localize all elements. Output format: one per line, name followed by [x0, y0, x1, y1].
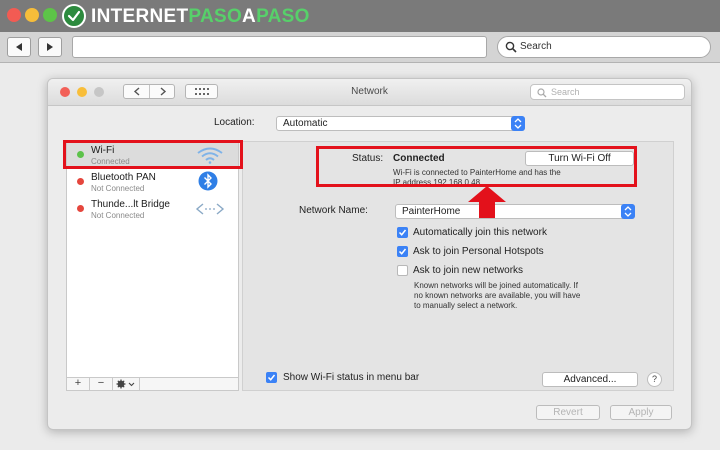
add-service-button[interactable]: + [67, 378, 90, 390]
remove-service-button[interactable]: − [90, 378, 113, 390]
known-networks-note-line-1: Known networks will be joined automatica… [414, 281, 578, 290]
ask-new-networks-checkbox[interactable] [397, 265, 408, 276]
help-button[interactable]: ? [647, 372, 662, 387]
apply-button[interactable]: Apply [610, 405, 672, 420]
location-popup[interactable]: Automatic [276, 116, 525, 131]
network-name-value: PainterHome [402, 206, 461, 217]
services-list-footer: + − [66, 377, 239, 391]
address-bar[interactable] [72, 36, 487, 58]
back-arrow-icon [16, 43, 22, 51]
browser-toolbar: Search [0, 32, 720, 63]
zoom-window-button[interactable] [43, 8, 57, 22]
network-name-label: Network Name: [299, 205, 368, 216]
browser-search-field[interactable]: Search [497, 36, 711, 58]
ask-hotspots-checkbox[interactable] [397, 246, 408, 257]
service-name: Thunde...lt Bridge [91, 199, 170, 210]
known-networks-note-line-3: to manually select a network. [414, 301, 518, 310]
service-actions-button[interactable] [113, 378, 140, 390]
brand-part-1: INTERNET [91, 6, 189, 27]
checkmark-icon [398, 248, 407, 255]
checkmark-icon [398, 229, 407, 236]
prefs-search-placeholder: Search [551, 87, 580, 97]
browser-search-text: Search [520, 41, 552, 52]
advanced-button[interactable]: Advanced... [542, 372, 638, 387]
revert-button[interactable]: Revert [536, 405, 600, 420]
show-wifi-status-checkbox[interactable] [266, 372, 277, 383]
service-status: Not Connected [91, 211, 145, 220]
search-icon [505, 41, 517, 53]
location-value: Automatic [283, 118, 328, 129]
popup-arrows-icon [511, 116, 525, 131]
known-networks-note-line-2: no known networks are available, you wil… [414, 291, 581, 300]
back-button[interactable] [7, 37, 31, 57]
forward-button[interactable] [38, 37, 62, 57]
status-highlight-box [316, 146, 637, 187]
gear-icon [116, 379, 135, 389]
ask-new-networks-label: Ask to join new networks [413, 265, 524, 276]
brand-part-4: PASO [256, 6, 310, 27]
status-dot [77, 178, 84, 185]
checkmark-icon [267, 374, 276, 381]
ask-hotspots-label: Ask to join Personal Hotspots [413, 246, 544, 257]
thunderbolt-bridge-icon [195, 203, 225, 215]
network-name-popup[interactable]: PainterHome [395, 204, 635, 219]
service-item-thunderbolt-bridge[interactable]: Thunde...lt Bridge Not Connected [67, 196, 238, 222]
close-window-button[interactable] [7, 8, 21, 22]
service-name: Bluetooth PAN [91, 172, 156, 183]
network-services-list: Wi-Fi Connected Bluetooth PAN Not Connec… [66, 141, 239, 391]
popup-arrows-icon [621, 204, 635, 219]
brand-part-3: A [242, 6, 257, 27]
service-item-bluetooth-pan[interactable]: Bluetooth PAN Not Connected [67, 169, 238, 195]
service-status: Not Connected [91, 184, 145, 193]
minimize-window-button[interactable] [25, 8, 39, 22]
annotation-arrow-icon [468, 186, 506, 218]
browser-title-bar: INTERNETPASOAPASO [0, 0, 720, 32]
network-preferences-window: Network Search Location: Automatic Wi-Fi… [47, 78, 692, 430]
brand-part-2: PASO [188, 6, 243, 27]
brand-wordmark: INTERNETPASOAPASO [91, 6, 310, 28]
window-titlebar: Network Search [48, 79, 691, 106]
prefs-search-field[interactable]: Search [530, 84, 685, 100]
bluetooth-icon [198, 171, 218, 191]
auto-join-label: Automatically join this network [413, 227, 547, 238]
auto-join-checkbox[interactable] [397, 227, 408, 238]
location-label: Location: [214, 117, 255, 128]
forward-arrow-icon [47, 43, 53, 51]
brand-logo-icon [62, 4, 86, 28]
show-wifi-status-label: Show Wi-Fi status in menu bar [283, 372, 420, 383]
status-dot [77, 205, 84, 212]
wifi-highlight-box [63, 140, 243, 169]
search-icon [537, 88, 547, 98]
